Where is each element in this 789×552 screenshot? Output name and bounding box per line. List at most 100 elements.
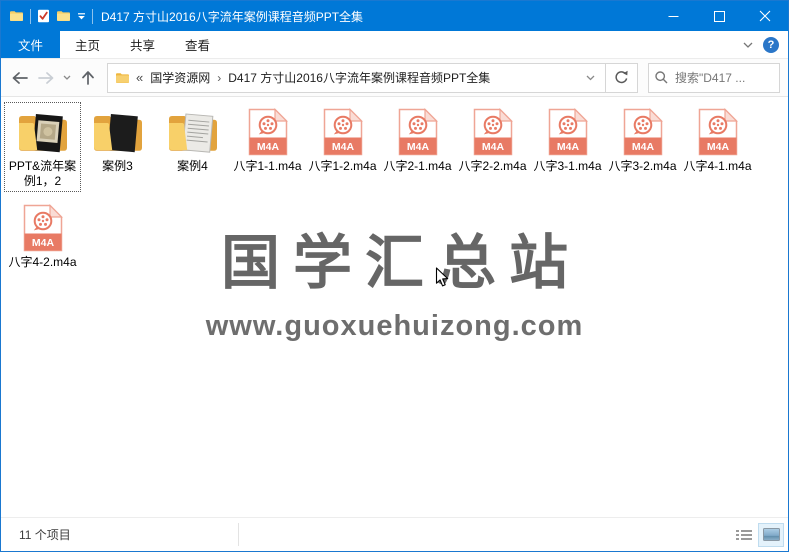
breadcrumb-item-parent[interactable]: 国学资源网 (150, 69, 210, 86)
ribbon-right-controls: ? (743, 31, 788, 58)
tab-share[interactable]: 共享 (115, 31, 170, 58)
file-item[interactable]: M4A 八字1-2.m4a (305, 103, 380, 176)
help-icon[interactable]: ? (763, 36, 779, 53)
thumbnail-view-button[interactable] (758, 522, 784, 547)
qat-customize-chevron-icon[interactable] (77, 12, 86, 20)
breadcrumb-separator: › (217, 70, 222, 85)
chevron-down-icon (586, 75, 595, 80)
properties-qat-icon[interactable] (37, 9, 50, 23)
file-label: 案例4 (177, 159, 208, 173)
m4a-badge: M4A (31, 237, 54, 249)
refresh-icon (615, 70, 628, 84)
back-arrow-icon (12, 71, 28, 84)
file-icon: M4A (91, 106, 145, 156)
breadcrumb-overflow[interactable]: « (130, 70, 150, 85)
m4a-badge: M4A (256, 141, 279, 153)
file-label: 案例3 (102, 159, 133, 173)
tab-home[interactable]: 主页 (60, 31, 115, 58)
m4a-badge: M4A (556, 141, 579, 153)
m4a-badge: M4A (406, 141, 429, 153)
file-label: 八字4-1.m4a (683, 159, 752, 173)
file-icon: M4A (623, 106, 663, 156)
file-icon: M4A (16, 106, 70, 156)
file-label: 八字3-2.m4a (608, 159, 677, 173)
file-icon: M4A (698, 106, 738, 156)
file-label: 八字4-2.m4a (8, 255, 77, 269)
qat-separator (30, 8, 31, 24)
file-item[interactable]: M4A 八字2-2.m4a (455, 103, 530, 176)
details-view-icon (736, 529, 752, 540)
back-button[interactable] (7, 64, 33, 92)
new-folder-qat-icon[interactable] (56, 10, 71, 22)
file-label: 八字1-2.m4a (308, 159, 377, 173)
close-icon (759, 10, 771, 22)
file-item[interactable]: M4A 案例3 (80, 103, 155, 176)
file-icon: M4A (473, 106, 513, 156)
m4a-badge: M4A (631, 141, 654, 153)
address-folder-icon (116, 72, 129, 83)
m4a-badge: M4A (706, 141, 729, 153)
m4a-file-icon: M4A (323, 108, 363, 156)
close-button[interactable] (742, 1, 788, 31)
file-item[interactable]: M4A 八字3-1.m4a (530, 103, 605, 176)
forward-arrow-icon (38, 71, 54, 84)
watermark-url: www.guoxuehuizong.com (205, 310, 584, 342)
mouse-cursor (435, 267, 449, 287)
file-grid: M4A PPT&流年案例1，2 (1, 97, 788, 280)
file-icon: M4A (548, 106, 588, 156)
file-label: 八字3-1.m4a (533, 159, 602, 173)
m4a-badge: M4A (331, 141, 354, 153)
file-label: 八字2-2.m4a (458, 159, 527, 173)
refresh-button[interactable] (606, 62, 638, 93)
search-box[interactable]: 搜索"D417 ... (648, 62, 780, 93)
file-item[interactable]: M4A 八字3-2.m4a (605, 103, 680, 176)
up-button[interactable] (75, 64, 101, 92)
maximize-icon (713, 10, 725, 22)
status-divider (238, 523, 239, 546)
tab-file[interactable]: 文件 (1, 31, 61, 58)
file-label: PPT&流年案例1，2 (8, 159, 77, 188)
m4a-file-icon: M4A (548, 108, 588, 156)
window-controls (650, 1, 788, 31)
folder-icon (93, 113, 142, 153)
status-bar: 11 个项目 (1, 517, 788, 551)
search-icon (655, 71, 668, 84)
file-label: 八字1-1.m4a (233, 159, 302, 173)
thumbnail-view-icon (762, 528, 780, 541)
m4a-file-icon: M4A (623, 108, 663, 156)
file-item[interactable]: M4A 八字4-1.m4a (680, 103, 755, 176)
file-item[interactable]: M4A 八字1-1.m4a (230, 103, 305, 176)
file-item[interactable]: M4A 八字2-1.m4a (380, 103, 455, 176)
file-icon: M4A (323, 106, 363, 156)
system-folder-icon[interactable] (9, 10, 24, 22)
recent-locations-button[interactable] (59, 64, 75, 92)
expand-ribbon-chevron-icon[interactable] (743, 42, 753, 48)
folder-icon (18, 113, 67, 153)
file-item[interactable]: M4A 案例4 (155, 103, 230, 176)
file-label: 八字2-1.m4a (383, 159, 452, 173)
file-icon: M4A (248, 106, 288, 156)
address-bar[interactable]: « 国学资源网 › D417 方寸山2016八字流年案例课程音频PPT全集 (107, 62, 606, 93)
ribbon-tab-bar: 文件 主页 共享 查看 ? (1, 31, 788, 59)
breadcrumb-item-current[interactable]: D417 方寸山2016八字流年案例课程音频PPT全集 (228, 69, 490, 86)
qat-separator (92, 8, 93, 24)
file-item[interactable]: M4A PPT&流年案例1，2 (4, 102, 81, 192)
file-list-area[interactable]: M4A PPT&流年案例1，2 (1, 97, 788, 517)
minimize-button[interactable] (650, 1, 696, 31)
m4a-badge: M4A (481, 141, 504, 153)
search-placeholder: 搜索"D417 ... (675, 71, 746, 85)
file-icon: M4A (166, 106, 220, 156)
m4a-file-icon: M4A (23, 204, 63, 252)
navigation-toolbar: « 国学资源网 › D417 方寸山2016八字流年案例课程音频PPT全集 搜索… (1, 59, 788, 97)
folder-icon (168, 113, 217, 153)
details-view-button[interactable] (732, 524, 756, 546)
forward-button[interactable] (33, 64, 59, 92)
address-dropdown-button[interactable] (580, 75, 601, 81)
maximize-button[interactable] (696, 1, 742, 31)
tab-view[interactable]: 查看 (170, 31, 225, 58)
file-item[interactable]: M4A 八字4-2.m4a (5, 199, 80, 272)
explorer-window: D417 方寸山2016八字流年案例课程音频PPT全集 文件 主页 共享 查看 … (0, 0, 789, 552)
m4a-file-icon: M4A (473, 108, 513, 156)
up-arrow-icon (82, 71, 94, 85)
m4a-file-icon: M4A (698, 108, 738, 156)
